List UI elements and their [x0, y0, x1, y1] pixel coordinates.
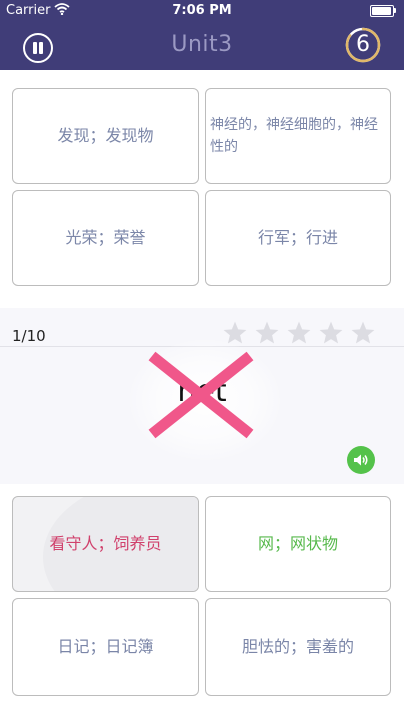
option-label: 行军；行进 — [257, 228, 338, 247]
speaker-icon — [354, 454, 368, 466]
sound-button[interactable] — [347, 446, 375, 474]
option-label: 日记；日记簿 — [57, 637, 154, 656]
wrong-mark-icon — [146, 350, 256, 444]
option-label: 网；网状物 — [257, 534, 338, 553]
page-title: Unit3 — [171, 32, 233, 57]
top-option-3[interactable]: 光荣；荣誉 — [12, 190, 199, 286]
option-label: 神经的，神经细胞的，神经性的 — [210, 117, 378, 155]
star-icon — [255, 321, 279, 344]
answer-option-4[interactable]: 胆怯的；害羞的 — [205, 598, 391, 696]
option-label: 胆怯的；害羞的 — [241, 637, 354, 656]
status-bar: Carrier 7:06 PM — [0, 0, 404, 22]
star-icon — [351, 321, 375, 344]
answer-option-2[interactable]: 网；网状物 — [205, 496, 391, 592]
option-label: 光荣；荣誉 — [65, 228, 146, 247]
top-option-2[interactable]: 神经的，神经细胞的，神经性的 — [205, 88, 391, 184]
star-icon — [287, 321, 311, 344]
rating-stars — [222, 320, 382, 348]
timer-value: 6 — [356, 32, 370, 57]
quiz-progress: 1/10 — [12, 327, 46, 345]
top-option-1[interactable]: 发现；发现物 — [12, 88, 199, 184]
answer-option-1[interactable]: 看守人；饲养员 — [12, 496, 199, 592]
option-label: 发现；发现物 — [57, 126, 154, 145]
top-option-4[interactable]: 行军；行进 — [205, 190, 391, 286]
answer-option-3[interactable]: 日记；日记簿 — [12, 598, 199, 696]
battery-icon — [370, 5, 398, 17]
status-time: 7:06 PM — [172, 3, 232, 18]
countdown-timer: 6 — [345, 27, 381, 63]
option-label: 看守人；饲养员 — [49, 534, 162, 553]
star-icon — [319, 321, 343, 344]
